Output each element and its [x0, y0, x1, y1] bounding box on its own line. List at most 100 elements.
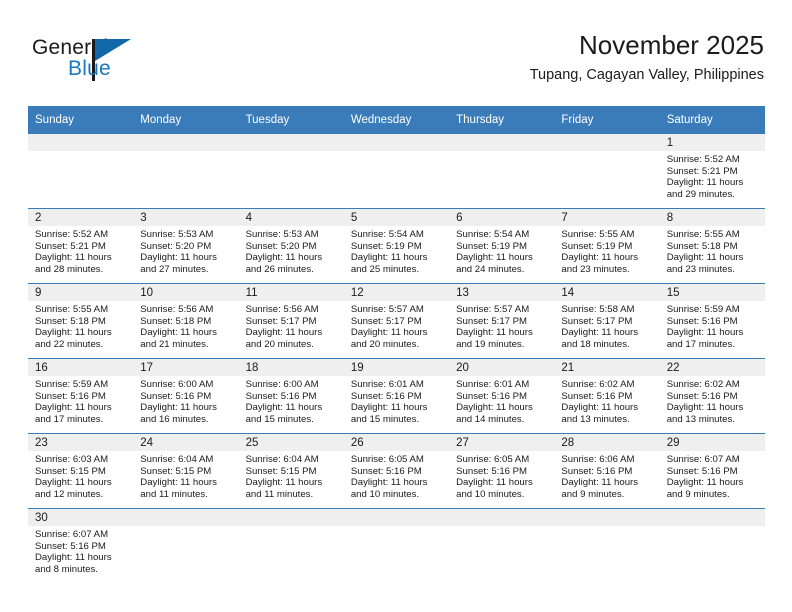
page-title: November 2025 — [579, 30, 764, 60]
day-number: 18 — [238, 359, 344, 376]
day-sun-info: Sunrise: 5:55 AM Sunset: 5:18 PM Daylight:… — [28, 301, 133, 350]
sunrise-text: Sunrise: 6:02 AM — [666, 379, 740, 390]
calendar-day-cell[interactable]: 30 Sunrise: 6:07 AM Sunset: 5:16 PM Dayligh… — [28, 508, 134, 583]
calendar-day-cell[interactable]: 20 Sunrise: 6:01 AM Sunset: 5:16 PM Dayligh… — [449, 358, 555, 434]
sunset-text: Sunset: 5:16 PM — [35, 540, 106, 552]
day-number: 15 — [659, 284, 765, 301]
day-number: 10 — [133, 284, 239, 301]
calendar-day-cell — [554, 508, 660, 583]
daylight-text-line1: Daylight: 11 hours — [666, 477, 744, 489]
sunrise-text: Sunrise: 5:57 AM — [456, 304, 530, 315]
day-sun-info: Sunrise: 5:56 AM Sunset: 5:17 PM Daylight:… — [239, 301, 344, 350]
daylight-text-line2: and 8 minutes. — [35, 563, 98, 575]
calendar-day-cell[interactable]: 22 Sunrise: 6:02 AM Sunset: 5:16 PM Dayligh… — [659, 358, 765, 434]
calendar-day-cell[interactable]: 28 Sunrise: 6:06 AM Sunset: 5:16 PM Dayligh… — [554, 433, 660, 509]
sunrise-text: Sunrise: 5:58 AM — [561, 304, 635, 315]
calendar-day-cell[interactable]: 6 Sunrise: 5:54 AM Sunset: 5:19 PM Daylight… — [449, 208, 555, 284]
calendar-day-cell[interactable]: 18 Sunrise: 6:00 AM Sunset: 5:16 PM Dayligh… — [238, 358, 344, 434]
sunset-text: Sunset: 5:18 PM — [35, 315, 106, 327]
day-cell-content: 8 Sunrise: 5:55 AM Sunset: 5:18 PM Daylight… — [659, 209, 765, 283]
daylight-text-line2: and 28 minutes. — [35, 263, 104, 275]
calendar-day-cell[interactable]: 27 Sunrise: 6:05 AM Sunset: 5:16 PM Dayligh… — [449, 433, 555, 509]
calendar-day-cell[interactable]: 7 Sunrise: 5:55 AM Sunset: 5:19 PM Daylight… — [554, 208, 660, 284]
day-sun-info: Sunrise: 5:52 AM Sunset: 5:21 PM Daylight:… — [660, 151, 765, 200]
daylight-text-line1: Daylight: 11 hours — [140, 252, 217, 264]
sunset-text: Sunset: 5:19 PM — [561, 240, 633, 252]
day-sun-info: Sunrise: 6:00 AM Sunset: 5:16 PM Daylight:… — [133, 376, 238, 425]
day-sun-info: Sunrise: 6:03 AM Sunset: 5:15 PM Daylight:… — [28, 451, 133, 500]
daylight-text-line1: Daylight: 11 hours — [666, 252, 744, 264]
sunset-text: Sunset: 5:17 PM — [350, 315, 422, 327]
calendar-header-row: Sunday Monday Tuesday Wednesday Thursday… — [28, 106, 765, 134]
calendar-day-cell[interactable]: 29 Sunrise: 6:07 AM Sunset: 5:16 PM Dayligh… — [659, 433, 765, 509]
day-number: 16 — [28, 359, 134, 376]
day-sun-info: Sunrise: 6:02 AM Sunset: 5:16 PM Daylight:… — [554, 376, 659, 425]
day-cell-content — [659, 509, 765, 583]
sunrise-text: Sunrise: 6:05 AM — [350, 454, 424, 465]
weekday-header-tuesday: Tuesday — [238, 106, 344, 134]
day-cell-content: 21 Sunrise: 6:02 AM Sunset: 5:16 PM Dayligh… — [554, 359, 660, 433]
daylight-text-line2: and 10 minutes. — [350, 488, 420, 500]
calendar-day-cell[interactable]: 24 Sunrise: 6:04 AM Sunset: 5:15 PM Dayligh… — [133, 433, 239, 509]
sunset-text: Sunset: 5:16 PM — [666, 315, 738, 327]
sunrise-text: Sunrise: 5:53 AM — [245, 229, 319, 240]
calendar-day-cell[interactable]: 8 Sunrise: 5:55 AM Sunset: 5:18 PM Daylight… — [659, 208, 765, 284]
day-cell-content: 26 Sunrise: 6:05 AM Sunset: 5:16 PM Dayligh… — [343, 434, 450, 508]
calendar-day-cell[interactable]: 17 Sunrise: 6:00 AM Sunset: 5:16 PM Dayligh… — [133, 358, 239, 434]
calendar-day-cell[interactable]: 23 Sunrise: 6:03 AM Sunset: 5:15 PM Dayligh… — [28, 433, 134, 509]
calendar-day-cell[interactable]: 3 Sunrise: 5:53 AM Sunset: 5:20 PM Daylight… — [133, 208, 239, 284]
calendar-day-cell — [449, 508, 555, 583]
sunset-text: Sunset: 5:16 PM — [140, 390, 212, 402]
daylight-text-line2: and 24 minutes. — [456, 263, 525, 275]
sunrise-text: Sunrise: 6:03 AM — [35, 454, 109, 465]
sunrise-text: Sunrise: 6:07 AM — [35, 529, 109, 540]
calendar-day-cell[interactable]: 15 Sunrise: 5:59 AM Sunset: 5:16 PM Dayligh… — [659, 283, 765, 359]
calendar-day-cell[interactable]: 14 Sunrise: 5:58 AM Sunset: 5:17 PM Dayligh… — [554, 283, 660, 359]
daylight-text-line2: and 25 minutes. — [350, 263, 420, 275]
calendar-day-cell[interactable]: 21 Sunrise: 6:02 AM Sunset: 5:16 PM Dayligh… — [554, 358, 660, 434]
sunset-text: Sunset: 5:20 PM — [245, 240, 317, 252]
calendar-day-cell[interactable]: 9 Sunrise: 5:55 AM Sunset: 5:18 PM Daylight… — [28, 283, 134, 359]
sunrise-text: Sunrise: 6:01 AM — [456, 379, 530, 390]
sunset-text: Sunset: 5:17 PM — [561, 315, 633, 327]
calendar-day-cell[interactable]: 5 Sunrise: 5:54 AM Sunset: 5:19 PM Daylight… — [343, 208, 450, 284]
calendar-day-cell — [238, 134, 344, 209]
sunrise-text: Sunrise: 6:00 AM — [245, 379, 319, 390]
calendar-day-cell[interactable]: 26 Sunrise: 6:05 AM Sunset: 5:16 PM Dayligh… — [343, 433, 450, 509]
weekday-header-thursday: Thursday — [449, 106, 555, 134]
calendar-day-cell[interactable]: 12 Sunrise: 5:57 AM Sunset: 5:17 PM Dayligh… — [343, 283, 450, 359]
day-number — [238, 509, 344, 526]
day-number: 29 — [659, 434, 765, 451]
day-number: 3 — [133, 209, 239, 226]
calendar-day-cell[interactable]: 4 Sunrise: 5:53 AM Sunset: 5:20 PM Daylight… — [238, 208, 344, 284]
calendar-day-cell[interactable]: 11 Sunrise: 5:56 AM Sunset: 5:17 PM Dayligh… — [238, 283, 344, 359]
daylight-text-line2: and 15 minutes. — [350, 413, 420, 425]
calendar-day-cell[interactable]: 2 Sunrise: 5:52 AM Sunset: 5:21 PM Daylight… — [28, 208, 134, 284]
daylight-text-line1: Daylight: 11 hours — [456, 252, 533, 264]
day-number: 21 — [554, 359, 660, 376]
daylight-text-line1: Daylight: 11 hours — [456, 402, 533, 414]
sunrise-text: Sunrise: 5:55 AM — [666, 229, 740, 240]
calendar-week-row: 1 Sunrise: 5:52 AM Sunset: 5:21 PM Daylight… — [28, 134, 765, 209]
calendar-day-cell[interactable]: 13 Sunrise: 5:57 AM Sunset: 5:17 PM Dayligh… — [449, 283, 555, 359]
sunset-text: Sunset: 5:19 PM — [456, 240, 528, 252]
calendar-day-cell[interactable]: 19 Sunrise: 6:01 AM Sunset: 5:16 PM Dayligh… — [343, 358, 450, 434]
sunrise-text: Sunrise: 6:07 AM — [666, 454, 740, 465]
calendar-day-cell — [554, 134, 660, 209]
daylight-text-line1: Daylight: 11 hours — [456, 327, 533, 339]
calendar-day-cell[interactable]: 10 Sunrise: 5:56 AM Sunset: 5:18 PM Dayligh… — [133, 283, 239, 359]
sunrise-text: Sunrise: 6:04 AM — [245, 454, 319, 465]
sunrise-text: Sunrise: 5:52 AM — [35, 229, 109, 240]
day-sun-info: Sunrise: 6:01 AM Sunset: 5:16 PM Daylight:… — [344, 376, 449, 425]
daylight-text-line1: Daylight: 11 hours — [245, 402, 323, 414]
day-number: 27 — [449, 434, 555, 451]
daylight-text-line2: and 12 minutes. — [35, 488, 104, 500]
calendar-day-cell[interactable]: 16 Sunrise: 5:59 AM Sunset: 5:16 PM Dayligh… — [28, 358, 134, 434]
daylight-text-line1: Daylight: 11 hours — [35, 327, 112, 339]
calendar-day-cell[interactable]: 25 Sunrise: 6:04 AM Sunset: 5:15 PM Dayligh… — [238, 433, 344, 509]
calendar-day-cell — [659, 508, 765, 583]
calendar-day-cell[interactable]: 1 Sunrise: 5:52 AM Sunset: 5:21 PM Daylight… — [659, 134, 765, 209]
daylight-text-line1: Daylight: 11 hours — [561, 327, 639, 339]
day-number — [133, 134, 239, 151]
sunset-text: Sunset: 5:15 PM — [140, 465, 212, 477]
